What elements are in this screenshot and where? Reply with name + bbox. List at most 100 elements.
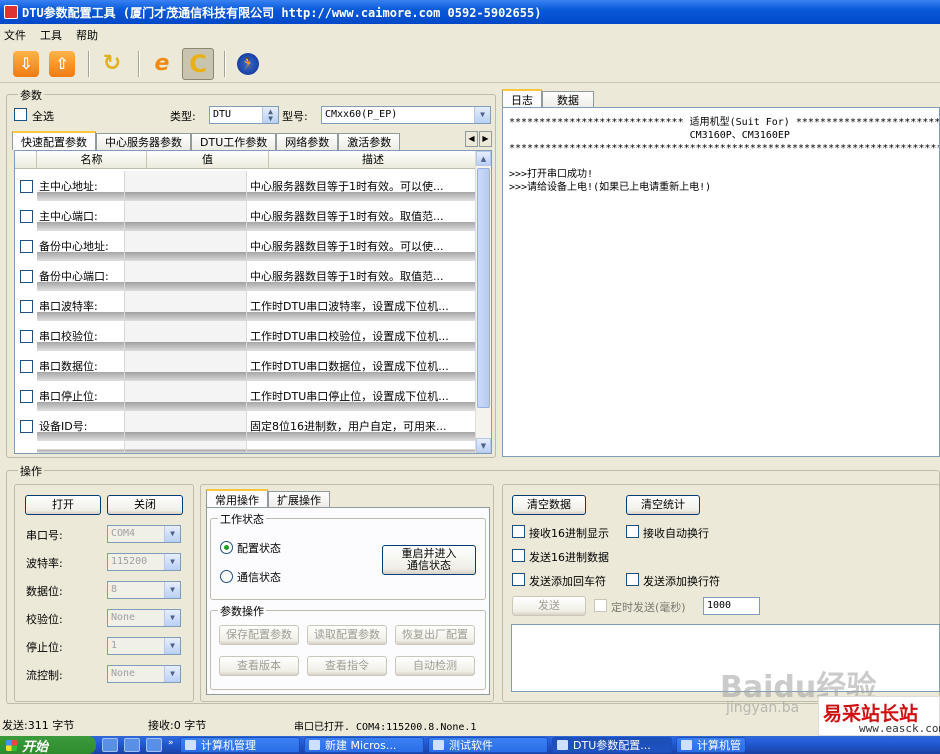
row-value[interactable]: [125, 321, 247, 351]
config-state-radio[interactable]: [220, 541, 233, 554]
table-row[interactable]: 串口数据位: 工作时DTU串口数据位，设置成下位机...: [15, 351, 477, 381]
task-test-software[interactable]: 测试软件: [428, 737, 548, 753]
send-text-area[interactable]: [511, 624, 940, 692]
download-button[interactable]: ⇩: [10, 48, 42, 80]
scroll-down-icon[interactable]: ▼: [476, 438, 491, 453]
table-row[interactable]: 串口停止位: 工作时DTU串口停止位，设置成下位机...: [15, 381, 477, 411]
row-value[interactable]: [125, 231, 247, 261]
serial-field-select[interactable]: None ▼: [107, 665, 181, 683]
ie-button[interactable]: e: [146, 48, 178, 80]
row-checkbox[interactable]: [19, 299, 33, 313]
serial-field-select[interactable]: None ▼: [107, 609, 181, 627]
serial-field-select[interactable]: 8 ▼: [107, 581, 181, 599]
row-check-cell: [15, 321, 37, 351]
chevron-down-icon: ▼: [164, 638, 180, 654]
table-row[interactable]: 备份中心端口: 中心服务器数目等于1时有效。取值范...: [15, 261, 477, 291]
row-checkbox[interactable]: [19, 209, 33, 223]
task-new-microsoft[interactable]: 新建 Micros...: [304, 737, 424, 753]
serial-field-select[interactable]: 1 ▼: [107, 637, 181, 655]
clear-stats-button[interactable]: 清空统计: [626, 495, 700, 515]
factory-reset-button[interactable]: 恢复出厂配置: [395, 625, 475, 645]
row-checkbox[interactable]: [19, 239, 33, 253]
row-value[interactable]: [125, 171, 247, 201]
table-row[interactable]: 串口波特率: 工作时DTU串口波特率，设置成下位机...: [15, 291, 477, 321]
serial-field-select[interactable]: COM4 ▼: [107, 525, 181, 543]
menu-help[interactable]: 帮助: [76, 27, 98, 43]
row-checkbox[interactable]: [19, 329, 33, 343]
serial-field-select[interactable]: 115200 ▼: [107, 553, 181, 571]
row-value[interactable]: [125, 381, 247, 411]
tab-activate[interactable]: 激活参数: [338, 133, 401, 150]
type-select[interactable]: DTU ▲ ▼: [209, 106, 279, 124]
tab-network[interactable]: 网络参数: [276, 133, 339, 150]
run-button[interactable]: 🏃: [232, 48, 264, 80]
refresh-button[interactable]: ↻: [96, 48, 128, 80]
recv-hex-checkbox[interactable]: [512, 525, 525, 538]
auto-detect-button[interactable]: 自动检测: [395, 656, 475, 676]
task-computer-management[interactable]: 计算机管理: [180, 737, 300, 753]
row-value[interactable]: [125, 411, 247, 441]
row-checkbox[interactable]: [19, 269, 33, 283]
send-lf-checkbox[interactable]: [626, 573, 639, 586]
tab-log[interactable]: 日志: [502, 89, 542, 108]
send-button[interactable]: 发送: [512, 596, 586, 616]
c-button[interactable]: C: [182, 47, 214, 80]
row-checkbox[interactable]: [19, 359, 33, 373]
scroll-up-icon[interactable]: ▲: [476, 151, 491, 166]
row-value[interactable]: [125, 291, 247, 321]
quicklaunch-explorer-icon[interactable]: [124, 738, 140, 752]
table-row[interactable]: 设备ID号: 固定8位16进制数，用户自定，可用来...: [15, 411, 477, 441]
model-label: 型号:: [282, 110, 308, 123]
tab-data[interactable]: 数据: [542, 91, 594, 108]
quicklaunch-desktop-icon[interactable]: [102, 738, 118, 752]
start-button[interactable]: 开始: [0, 736, 96, 754]
tab-center-server[interactable]: 中心服务器参数: [96, 133, 191, 150]
view-version-button[interactable]: 查看版本: [219, 656, 299, 676]
header-value[interactable]: 值: [147, 151, 269, 168]
table-row[interactable]: 备份中心地址: 中心服务器数目等于1时有效。可以使...: [15, 231, 477, 261]
table-row[interactable]: 主中心端口: 中心服务器数目等于1时有效。取值范...: [15, 201, 477, 231]
clear-data-button[interactable]: 清空数据: [512, 495, 586, 515]
model-select[interactable]: CMxx60(P_EP) ▼: [321, 106, 491, 124]
upload-button[interactable]: ⇧: [46, 48, 78, 80]
recv-autowrap-checkbox[interactable]: [626, 525, 639, 538]
row-value[interactable]: [125, 351, 247, 381]
tab-quick-config[interactable]: 快速配置参数: [12, 131, 96, 150]
row-checkbox[interactable]: [19, 389, 33, 403]
read-config-button[interactable]: 读取配置参数: [307, 625, 387, 645]
quicklaunch-more-icon[interactable]: »: [168, 738, 176, 752]
restart-comm-button[interactable]: 重启并进入 通信状态: [382, 545, 476, 575]
task-dtu-config[interactable]: DTU参数配置...: [552, 737, 672, 753]
open-port-button[interactable]: 打开: [25, 495, 101, 515]
view-commands-button[interactable]: 查看指令: [307, 656, 387, 676]
tab-scroll-right[interactable]: ▶: [479, 131, 492, 147]
quicklaunch-ie-icon[interactable]: [146, 738, 162, 752]
interval-input[interactable]: 1000: [703, 597, 760, 615]
tab-extended-ops[interactable]: 扩展操作: [268, 491, 330, 508]
timed-send-checkbox[interactable]: [594, 599, 607, 612]
send-hex-checkbox[interactable]: [512, 549, 525, 562]
close-port-button[interactable]: 关闭: [107, 495, 183, 515]
header-name[interactable]: 名称: [37, 151, 147, 168]
tab-scroll-left[interactable]: ◀: [465, 131, 478, 147]
log-output[interactable]: ***************************** 适用机型(Suit …: [502, 107, 940, 457]
save-config-button[interactable]: 保存配置参数: [219, 625, 299, 645]
menu-file[interactable]: 文件: [4, 27, 26, 43]
table-row[interactable]: 串口校验位: 工作时DTU串口校验位，设置成下位机...: [15, 321, 477, 351]
scroll-thumb[interactable]: [477, 168, 490, 408]
params-grid: 名称 值 描述 主中心地址: 中心服务器数目等于1时有效。可以使... 主中心端口:…: [14, 150, 492, 454]
row-value[interactable]: [125, 261, 247, 291]
send-cr-checkbox[interactable]: [512, 573, 525, 586]
menu-tools[interactable]: 工具: [40, 27, 62, 43]
header-desc[interactable]: 描述: [269, 151, 477, 168]
row-value[interactable]: [125, 201, 247, 231]
tab-common-ops[interactable]: 常用操作: [206, 489, 268, 508]
grid-scrollbar[interactable]: ▲ ▼: [475, 151, 491, 453]
row-checkbox[interactable]: [19, 179, 33, 193]
task-computer-mgmt-2[interactable]: 计算机管: [676, 737, 746, 753]
select-all-checkbox[interactable]: [14, 108, 27, 121]
row-checkbox[interactable]: [19, 419, 33, 433]
tab-dtu-work[interactable]: DTU工作参数: [191, 133, 277, 150]
table-row[interactable]: 主中心地址: 中心服务器数目等于1时有效。可以使...: [15, 171, 477, 201]
comm-state-radio[interactable]: [220, 570, 233, 583]
